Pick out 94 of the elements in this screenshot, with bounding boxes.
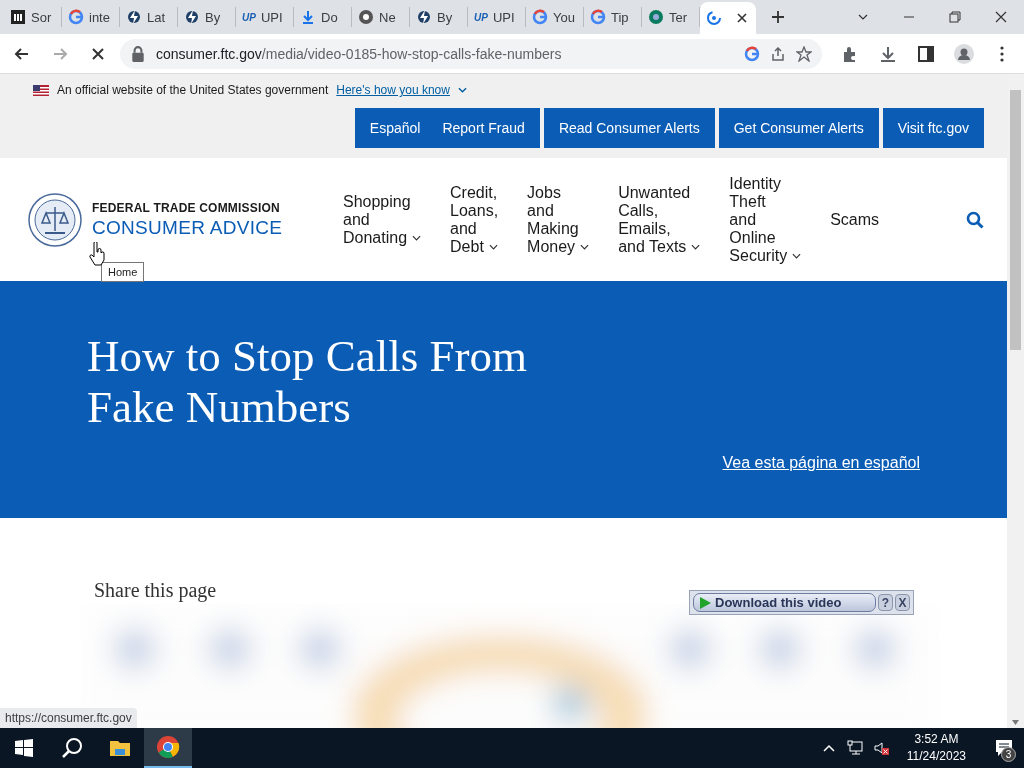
address-bar[interactable]: consumer.ftc.gov/media/video-0185-how-stop-calls-fake-numbers <box>120 38 822 69</box>
clock-date[interactable]: 11/24/2023 <box>906 748 966 765</box>
site-name[interactable]: CONSUMER ADVICE <box>92 216 283 239</box>
seal-icon[interactable] <box>28 192 82 247</box>
star-icon[interactable] <box>796 45 812 62</box>
chrome-icon <box>156 735 180 759</box>
nav-item[interactable]: Jobs and Making Money <box>527 183 590 256</box>
utility-link[interactable]: Español <box>354 120 432 136</box>
windows-start-icon[interactable] <box>12 736 36 760</box>
loading-spinner-icon <box>706 10 722 26</box>
section-heading: Share this page <box>94 579 218 602</box>
page-title: How to Stop Calls From Fake Numbers <box>87 331 529 433</box>
scrollbar[interactable] <box>1007 74 1024 728</box>
tab-title: inte <box>89 9 110 25</box>
browser-tab[interactable]: Ne <box>352 7 410 27</box>
google-g-icon <box>532 9 548 25</box>
notification-count: 3 <box>1001 747 1016 762</box>
chevron-down-icon[interactable] <box>792 253 802 260</box>
download-button[interactable]: Download this video <box>693 593 876 612</box>
url-text: consumer.ftc.gov/media/video-0185-how-stop-calls-fake-numbers <box>156 45 563 62</box>
tab-lettermark: UP <box>474 11 488 23</box>
tab-title: Sor <box>31 9 52 25</box>
flag-icon <box>33 84 49 96</box>
browser-tab[interactable]: Sor <box>4 7 62 27</box>
tab-title: Do <box>321 9 338 25</box>
search-icon <box>60 736 84 760</box>
tab-title: Tip <box>611 9 629 25</box>
bolt-icon <box>184 9 200 25</box>
utility-link[interactable]: Get Consumer Alerts <box>718 120 879 136</box>
download-icon <box>300 9 316 25</box>
google-g-icon[interactable] <box>744 45 760 62</box>
tab-title: UPI <box>260 9 283 25</box>
google-g-icon <box>68 9 84 25</box>
agency-name[interactable]: FEDERAL TRADE COMMISSION <box>92 200 283 215</box>
status-url: https://consumer.ftc.gov <box>0 708 137 728</box>
tab-title: Lat <box>147 9 166 25</box>
help-button[interactable]: ? <box>878 594 893 611</box>
utility-link[interactable]: Report Fraud <box>431 120 540 136</box>
browser-tab[interactable]: By <box>178 7 236 27</box>
chevron-down-icon[interactable] <box>488 244 498 251</box>
network-icon[interactable] <box>846 740 863 756</box>
side-panel-icon[interactable] <box>916 43 936 64</box>
play-icon <box>698 595 712 610</box>
nav-item[interactable]: Scams <box>830 210 880 229</box>
profile-icon[interactable] <box>954 43 974 64</box>
tab-lettermark: UP <box>242 11 256 23</box>
chrome-icon <box>358 9 374 25</box>
bolt-icon <box>416 9 432 25</box>
bolt-icon <box>126 9 142 25</box>
lock-icon <box>130 45 146 62</box>
museum-icon <box>10 9 26 25</box>
browser-tab[interactable]: inte <box>62 7 120 27</box>
browser-tab[interactable]: UP UPI <box>236 7 294 27</box>
tab-title: By <box>205 9 221 25</box>
tab-title: By <box>437 9 453 25</box>
chevron-down-icon[interactable] <box>691 244 701 251</box>
share-icon[interactable] <box>770 45 786 62</box>
utility-link[interactable]: Visit ftc.gov <box>882 120 984 136</box>
nav-item[interactable]: Unwanted Calls, Emails, and Texts <box>618 183 701 256</box>
globe-icon <box>648 9 664 25</box>
chevron-down-icon[interactable] <box>457 87 467 93</box>
banner-link[interactable]: Here's how you know <box>336 83 467 97</box>
browser-tab[interactable]: You <box>526 7 584 27</box>
browser-tab[interactable]: UP UPI <box>468 7 526 27</box>
hand-cursor-icon <box>89 242 105 266</box>
banner-text: An official website of the United States government <box>57 83 329 97</box>
tab-title: You <box>553 9 575 25</box>
chevron-down-icon[interactable] <box>412 235 422 242</box>
tab-title: UPI <box>492 9 515 25</box>
browser-tab[interactable]: By <box>410 7 468 27</box>
browser-tab[interactable]: Tip <box>584 7 642 27</box>
restore-icon[interactable] <box>949 11 961 23</box>
close-icon[interactable] <box>995 11 1007 23</box>
browser-tab[interactable]: Ter <box>642 7 700 27</box>
tab-title: Ter <box>669 9 688 25</box>
close-button[interactable]: X <box>895 594 910 611</box>
utility-link[interactable]: Read Consumer Alerts <box>543 120 715 136</box>
browser-tab[interactable] <box>700 2 756 34</box>
nav-item[interactable]: Credit, Loans, and Debt <box>450 183 499 256</box>
chevron-down-icon[interactable] <box>580 244 590 251</box>
plus-icon[interactable] <box>770 9 786 25</box>
nav-item[interactable]: Identity Theft and Online Security <box>729 174 802 265</box>
scroll-down-arrow-icon[interactable] <box>1011 717 1020 726</box>
browser-tab[interactable]: Lat <box>120 7 178 27</box>
browser-tab[interactable]: Do <box>294 7 352 27</box>
search-icon[interactable] <box>966 210 985 229</box>
spanish-link[interactable]: Vea esta página en español <box>722 454 920 472</box>
speaker-muted-icon[interactable] <box>872 740 889 756</box>
google-g-icon <box>590 9 606 25</box>
taskbar-button[interactable] <box>144 728 192 768</box>
tab-title: Ne <box>379 9 396 25</box>
clock-time[interactable]: 3:52 AM <box>906 731 966 748</box>
tooltip: Home <box>101 262 145 282</box>
nav-item[interactable]: Shopping and Donating <box>343 192 422 247</box>
